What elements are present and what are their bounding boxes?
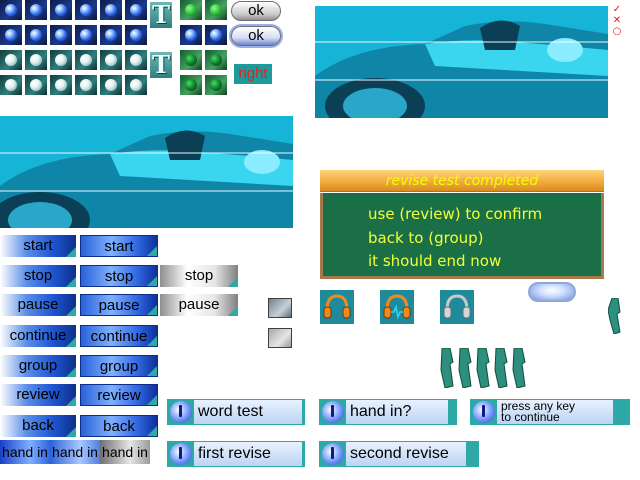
review-button[interactable]: review	[0, 384, 76, 406]
ball-icon[interactable]	[50, 75, 72, 95]
ball-icon[interactable]	[180, 25, 202, 45]
ball-icon[interactable]	[205, 50, 227, 70]
dialog-line: it should end now	[368, 252, 502, 270]
microphone-icon	[170, 401, 192, 423]
hand-in-label: hand in?	[346, 400, 448, 424]
hand-in-button-disabled[interactable]: hand in	[100, 440, 150, 464]
ball-icon[interactable]	[180, 50, 202, 70]
folder-icon-disabled[interactable]	[268, 328, 292, 348]
ball-icon[interactable]	[100, 0, 122, 20]
group-button[interactable]: group	[0, 355, 76, 377]
review-button-hover[interactable]: review	[80, 384, 158, 406]
start-button[interactable]: start	[0, 235, 76, 257]
oval-button[interactable]	[528, 282, 576, 302]
ball-icon[interactable]	[0, 75, 22, 95]
microphone-icon	[322, 401, 344, 423]
circle-icon[interactable]: ○	[611, 26, 623, 37]
ball-icon[interactable]	[75, 75, 97, 95]
ball-icon[interactable]	[25, 0, 47, 20]
microphone-icon	[322, 443, 344, 465]
ball-icon[interactable]	[50, 25, 72, 45]
ball-icon[interactable]	[100, 75, 122, 95]
pause-button-disabled[interactable]: pause	[160, 294, 238, 316]
t-letter-icon: T	[150, 52, 172, 78]
microphone-icon	[170, 443, 192, 465]
ball-icon[interactable]	[205, 75, 227, 95]
stop-button-disabled[interactable]: stop	[160, 265, 238, 287]
ball-icon[interactable]	[180, 0, 202, 20]
hand-in-bar[interactable]: hand in?	[319, 399, 457, 425]
ball-icon[interactable]	[0, 0, 22, 20]
stop-button-hover[interactable]: stop	[80, 265, 158, 287]
ball-icon[interactable]	[125, 0, 147, 20]
car-banner-left	[0, 116, 293, 228]
t-letter-icon: T	[150, 2, 172, 28]
check-icon[interactable]: ✓	[611, 4, 623, 15]
dialog-line: back to (group)	[368, 229, 484, 247]
microphone-icon	[473, 401, 495, 423]
back-button[interactable]: back	[0, 415, 76, 437]
ball-icon[interactable]	[75, 25, 97, 45]
hand-in-button[interactable]: hand in	[0, 440, 50, 464]
dialog-body: use (review) to confirm back to (group) …	[320, 193, 604, 279]
close-icon[interactable]: ✕	[611, 15, 623, 26]
ball-icon[interactable]	[75, 50, 97, 70]
back-button-hover[interactable]: back	[80, 415, 158, 437]
dialog-line: use (review) to confirm	[368, 205, 543, 223]
ball-icon[interactable]	[205, 0, 227, 20]
ball-icon[interactable]	[0, 25, 22, 45]
headphones-icon[interactable]	[320, 290, 354, 324]
ball-icon[interactable]	[100, 50, 122, 70]
dialog-title: revise test completed	[320, 170, 604, 192]
pause-button[interactable]: pause	[0, 294, 76, 316]
group-button-hover[interactable]: group	[80, 355, 158, 377]
continue-button-hover[interactable]: continue	[80, 325, 158, 347]
pause-button-hover[interactable]: pause	[80, 294, 158, 316]
headphones-disabled-icon[interactable]	[440, 290, 474, 324]
word-test-label: word test	[194, 400, 302, 424]
ball-icon[interactable]	[0, 50, 22, 70]
start-button-hover[interactable]: start	[80, 235, 158, 257]
ok-button[interactable]: ok	[231, 1, 281, 21]
ball-icon[interactable]	[125, 75, 147, 95]
first-revise-bar[interactable]: first revise	[167, 441, 305, 467]
ball-icon[interactable]	[125, 25, 147, 45]
clip-icon[interactable]	[607, 297, 622, 335]
ball-icon[interactable]	[25, 25, 47, 45]
ball-icon[interactable]	[50, 50, 72, 70]
clip-strip	[440, 347, 536, 389]
press-any-key-label: press any key to continue	[497, 400, 613, 424]
stop-button[interactable]: stop	[0, 265, 76, 287]
second-revise-label: second revise	[346, 442, 466, 466]
corner-icons: ✓ ✕ ○	[611, 4, 623, 37]
ball-icon[interactable]	[75, 0, 97, 20]
ball-icon[interactable]	[180, 75, 202, 95]
ball-icon[interactable]	[25, 50, 47, 70]
right-label: right	[234, 64, 272, 84]
first-revise-label: first revise	[194, 442, 302, 466]
press-any-key-bar[interactable]: press any key to continue	[470, 399, 630, 425]
folder-icon[interactable]	[268, 298, 292, 318]
ball-icon[interactable]	[125, 50, 147, 70]
second-revise-bar[interactable]: second revise	[319, 441, 479, 467]
car-banner-top	[315, 6, 608, 118]
press-any-key-line: to continue	[501, 410, 560, 424]
hand-in-button-hover[interactable]: hand in	[50, 440, 100, 464]
continue-button[interactable]: continue	[0, 325, 76, 347]
ball-icon[interactable]	[100, 25, 122, 45]
ok-button-selected[interactable]: ok	[231, 26, 281, 46]
ball-icon[interactable]	[25, 75, 47, 95]
ball-icon[interactable]	[205, 25, 227, 45]
headphones-active-icon[interactable]	[380, 290, 414, 324]
word-test-bar[interactable]: word test	[167, 399, 305, 425]
ball-icon[interactable]	[50, 0, 72, 20]
